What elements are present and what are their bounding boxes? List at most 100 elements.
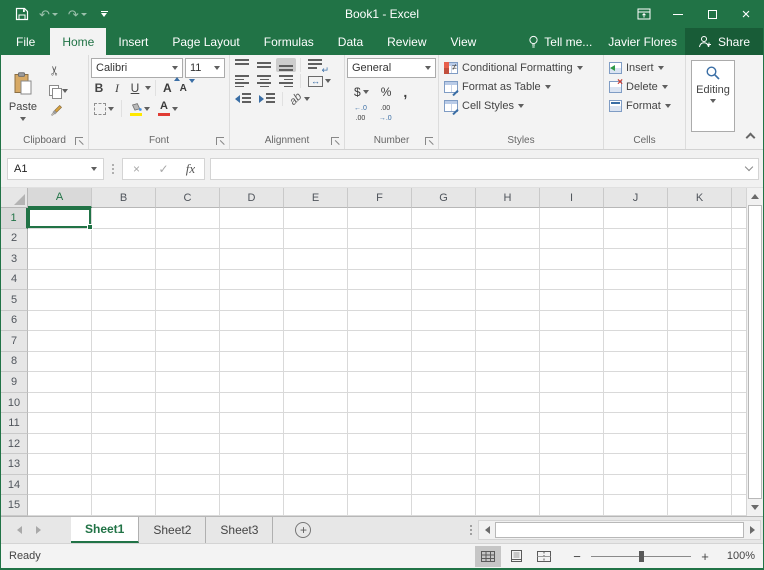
increase-decimal-button[interactable]: ←.0.00	[351, 104, 370, 123]
cell-F2[interactable]	[348, 229, 412, 250]
cell-C6[interactable]	[156, 311, 220, 332]
cell-J5[interactable]	[604, 290, 668, 311]
tab-formulas[interactable]: Formulas	[252, 28, 326, 55]
cell-D5[interactable]	[220, 290, 284, 311]
cell-D1[interactable]	[220, 208, 284, 229]
cell-B4[interactable]	[92, 270, 156, 291]
format-as-table-button[interactable]: Format as Table	[441, 77, 601, 96]
cell-J9[interactable]	[604, 372, 668, 393]
row-header-6[interactable]: 6	[1, 311, 28, 332]
cell-A15[interactable]	[28, 495, 92, 516]
cell-F8[interactable]	[348, 352, 412, 373]
merge-center-dropdown-icon[interactable]	[325, 79, 331, 83]
borders-dropdown-icon[interactable]	[108, 107, 114, 111]
row-header-2[interactable]: 2	[1, 229, 28, 250]
cell-H12[interactable]	[476, 434, 540, 455]
select-all-button[interactable]	[1, 188, 28, 208]
format-cells-button[interactable]: Format	[606, 96, 683, 115]
collapse-ribbon-icon[interactable]	[746, 133, 756, 143]
cell-H11[interactable]	[476, 413, 540, 434]
cell-D13[interactable]	[220, 454, 284, 475]
row-header-5[interactable]: 5	[1, 290, 28, 311]
font-size-combobox[interactable]: 11	[185, 58, 225, 78]
cell-F9[interactable]	[348, 372, 412, 393]
cut-button[interactable]: ✂	[46, 62, 71, 79]
tell-me-box[interactable]: Tell me...	[520, 28, 600, 55]
number-format-combobox[interactable]: General	[347, 58, 436, 78]
cell-C10[interactable]	[156, 393, 220, 414]
new-sheet-button[interactable]: +	[295, 522, 311, 538]
cell-B12[interactable]	[92, 434, 156, 455]
cell-D8[interactable]	[220, 352, 284, 373]
scroll-down-button[interactable]	[747, 499, 763, 516]
paste-dropdown-icon[interactable]	[20, 117, 26, 121]
italic-button[interactable]: I	[109, 81, 125, 96]
cell-I1[interactable]	[540, 208, 604, 229]
cell-I6[interactable]	[540, 311, 604, 332]
cell-K3[interactable]	[668, 249, 732, 270]
cell-K15[interactable]	[668, 495, 732, 516]
cell-A13[interactable]	[28, 454, 92, 475]
tab-review[interactable]: Review	[375, 28, 438, 55]
cell-I2[interactable]	[540, 229, 604, 250]
cell-D9[interactable]	[220, 372, 284, 393]
cell-G3[interactable]	[412, 249, 476, 270]
cell-F7[interactable]	[348, 331, 412, 352]
horizontal-scrollbar-thumb[interactable]	[495, 522, 744, 538]
tab-insert[interactable]: Insert	[106, 28, 160, 55]
row-header-8[interactable]: 8	[1, 352, 28, 373]
middle-align-button[interactable]	[254, 58, 274, 72]
cell-G5[interactable]	[412, 290, 476, 311]
cell-E4[interactable]	[284, 270, 348, 291]
font-family-dropdown-icon[interactable]	[172, 66, 178, 70]
cell-G2[interactable]	[412, 229, 476, 250]
row-header-9[interactable]: 9	[1, 372, 28, 393]
sheet-tab-sheet3[interactable]: Sheet3	[206, 517, 273, 543]
zoom-slider-thumb[interactable]	[639, 551, 644, 562]
cell-C9[interactable]	[156, 372, 220, 393]
cell-I8[interactable]	[540, 352, 604, 373]
cell-E10[interactable]	[284, 393, 348, 414]
cell-J2[interactable]	[604, 229, 668, 250]
minimize-button[interactable]	[661, 0, 695, 28]
cell-D11[interactable]	[220, 413, 284, 434]
insert-function-button[interactable]: fx	[177, 159, 204, 179]
clipboard-dialog-launcher-icon[interactable]	[75, 137, 83, 145]
cell-J11[interactable]	[604, 413, 668, 434]
tab-home[interactable]: Home	[50, 28, 106, 55]
orientation-dropdown-icon[interactable]	[304, 97, 310, 101]
cell-G14[interactable]	[412, 475, 476, 496]
cell-F4[interactable]	[348, 270, 412, 291]
cell-G10[interactable]	[412, 393, 476, 414]
ribbon-display-options-button[interactable]	[627, 0, 661, 28]
cell-E2[interactable]	[284, 229, 348, 250]
cell-F13[interactable]	[348, 454, 412, 475]
comma-style-button[interactable]: ,	[400, 83, 410, 101]
close-button[interactable]: ×	[729, 0, 763, 28]
cell-K8[interactable]	[668, 352, 732, 373]
cell-A3[interactable]	[28, 249, 92, 270]
cell-B8[interactable]	[92, 352, 156, 373]
cell-H1[interactable]	[476, 208, 540, 229]
cell-B13[interactable]	[92, 454, 156, 475]
column-header-H[interactable]: H	[476, 188, 540, 208]
cell-K6[interactable]	[668, 311, 732, 332]
cell-H7[interactable]	[476, 331, 540, 352]
page-break-preview-button[interactable]	[531, 546, 557, 567]
cell-G7[interactable]	[412, 331, 476, 352]
cell-A7[interactable]	[28, 331, 92, 352]
row-header-13[interactable]: 13	[1, 454, 28, 475]
cell-B5[interactable]	[92, 290, 156, 311]
account-user-button[interactable]: Javier Flores	[600, 28, 685, 55]
column-header-J[interactable]: J	[604, 188, 668, 208]
number-format-dropdown-icon[interactable]	[425, 66, 431, 70]
cell-K12[interactable]	[668, 434, 732, 455]
cell-C4[interactable]	[156, 270, 220, 291]
cell-B6[interactable]	[92, 311, 156, 332]
cell-H14[interactable]	[476, 475, 540, 496]
save-button[interactable]	[15, 7, 29, 21]
tab-file[interactable]: File	[1, 28, 50, 55]
next-sheet-button[interactable]	[36, 526, 41, 534]
format-painter-button[interactable]	[46, 102, 71, 119]
row-header-12[interactable]: 12	[1, 434, 28, 455]
